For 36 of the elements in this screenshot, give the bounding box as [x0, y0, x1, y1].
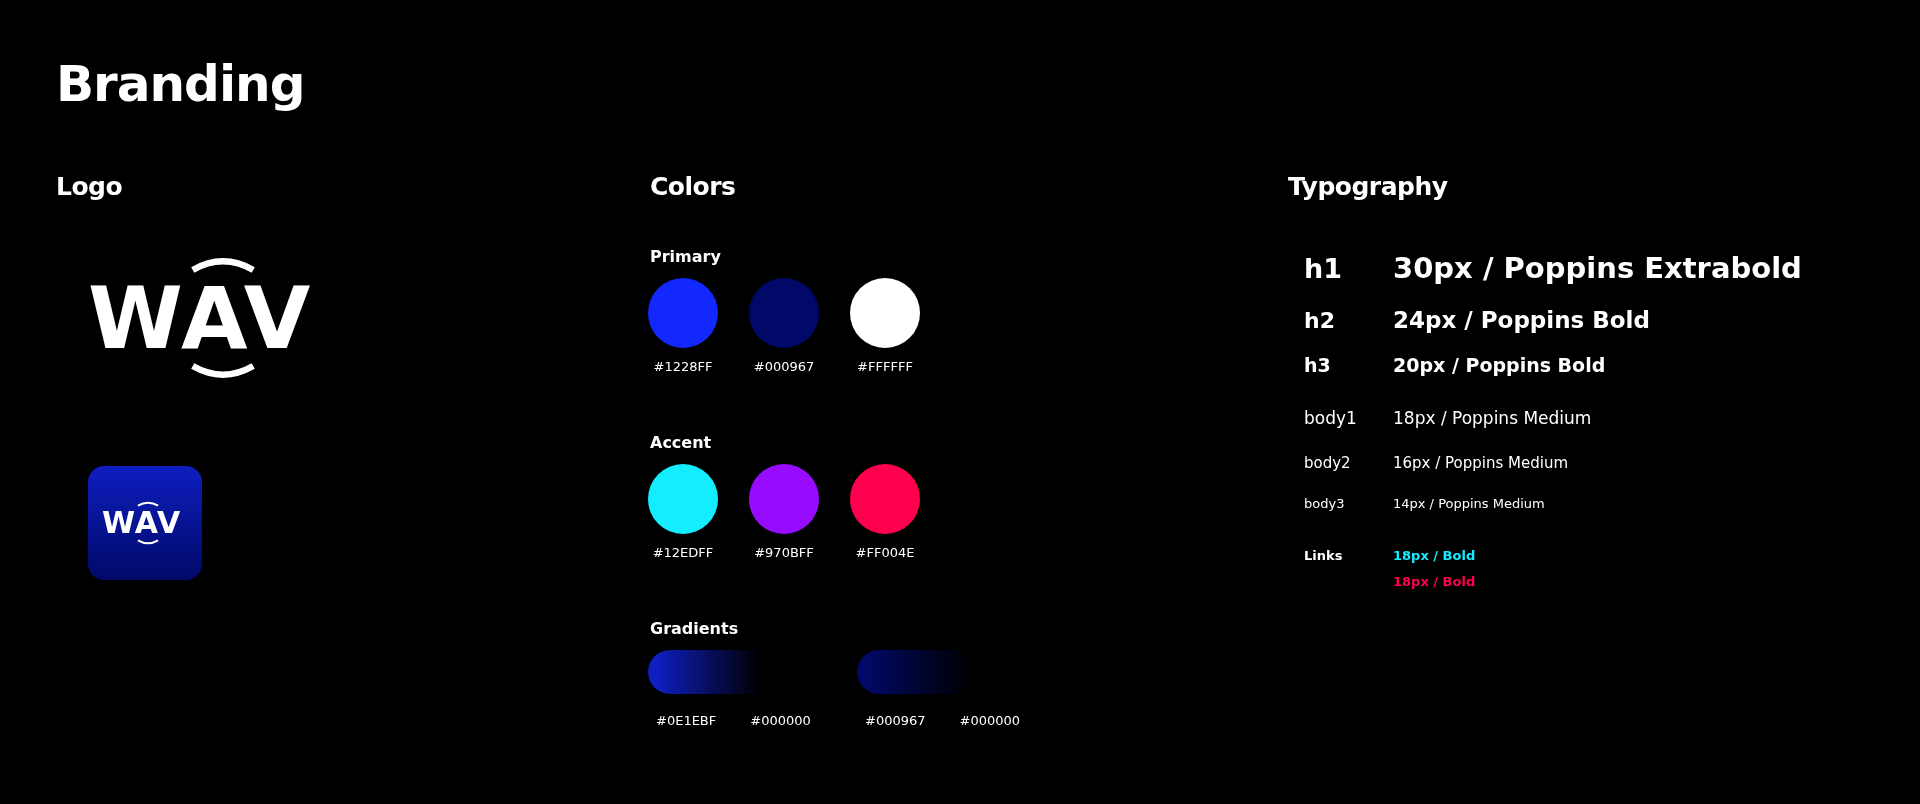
hex-code: #1228FF — [653, 358, 713, 376]
group-label: Accent — [650, 432, 713, 454]
hex-code: #0E1EBF — [656, 712, 717, 730]
group-label: Gradients — [650, 618, 740, 640]
style-name: h2 — [1304, 307, 1336, 335]
hex-code: #FFFFFF — [857, 358, 913, 376]
hex-code: #000000 — [750, 712, 811, 730]
section-heading: Typography — [1288, 171, 1449, 203]
arc-icon — [136, 539, 160, 546]
section-heading: Colors — [650, 171, 737, 203]
page-title: Branding — [56, 54, 306, 115]
style-name: Links — [1304, 548, 1344, 563]
logo-wordmark: WAV — [88, 281, 313, 355]
logo-wordmark: WAV — [102, 510, 182, 536]
group-label: Primary — [650, 246, 722, 268]
hex-code: #000967 — [865, 712, 926, 730]
link-sample[interactable]: 18px / Bold — [1393, 547, 1476, 565]
hex-code: #FF004E — [855, 544, 915, 562]
style-name: body1 — [1304, 407, 1358, 430]
style-sample: 18px / Poppins Medium — [1393, 407, 1592, 430]
hex-code: #12EDFF — [652, 544, 714, 562]
style-sample: 14px / Poppins Medium — [1393, 495, 1545, 513]
link-sample[interactable]: 18px / Bold — [1393, 573, 1476, 591]
style-sample: 16px / Poppins Medium — [1393, 453, 1569, 474]
style-sample: 24px / Poppins Bold — [1393, 306, 1650, 335]
style-name: body3 — [1304, 495, 1346, 513]
style-sample: 30px / Poppins Extrabold — [1393, 250, 1802, 287]
style-name: body2 — [1304, 453, 1352, 474]
hex-code: #000967 — [753, 358, 815, 376]
section-heading: Logo — [56, 171, 124, 203]
arc-icon — [136, 500, 160, 507]
hex-code: #000000 — [959, 712, 1021, 730]
hex-code: #970BFF — [754, 544, 814, 562]
style-name: h3 — [1304, 353, 1332, 378]
style-name: h1 — [1304, 252, 1343, 286]
style-sample: 20px / Poppins Bold — [1393, 353, 1606, 378]
